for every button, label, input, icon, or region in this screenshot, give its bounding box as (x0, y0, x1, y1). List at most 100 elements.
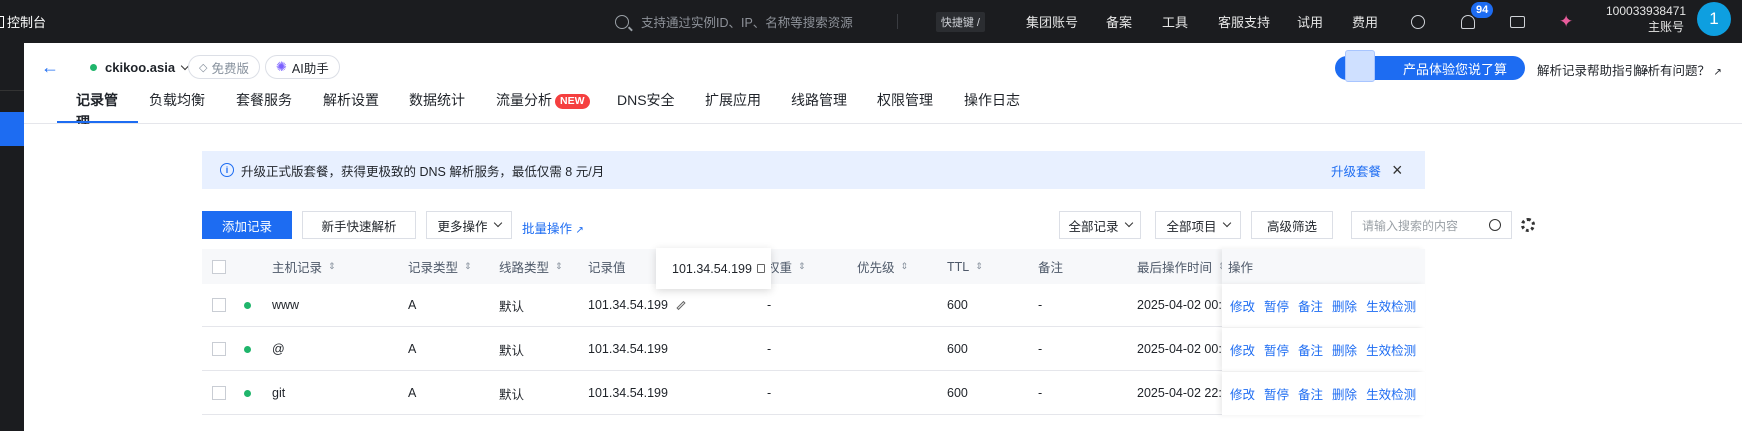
record-search-input[interactable]: 请输入搜索的内容 (1351, 211, 1512, 239)
question-label: 解析有问题？ (1635, 64, 1711, 78)
pin-icon[interactable] (1411, 0, 1425, 43)
col-last-modified[interactable]: 最后操作时间⇕ (1137, 249, 1226, 284)
edit-link[interactable]: 修改 (1230, 340, 1255, 359)
advanced-filter-button[interactable]: 高级筛选 (1251, 211, 1333, 239)
pause-link[interactable]: 暂停 (1264, 340, 1289, 359)
back-arrow-icon[interactable]: ← (41, 57, 59, 78)
tab-dns-security[interactable]: DNS安全 (606, 89, 694, 123)
domain-selector[interactable]: ckikoo.asia (90, 60, 190, 75)
select-all-checkbox[interactable] (212, 259, 226, 274)
ai-assistant-button[interactable]: ✺ AI助手 (265, 55, 340, 79)
nav-tools[interactable]: 工具 (1162, 12, 1202, 31)
row-checkbox[interactable] (212, 298, 226, 312)
filter-records-select[interactable]: 全部记录 (1059, 211, 1141, 239)
console-label: 控制台 (7, 15, 47, 30)
message-icon[interactable] (1510, 0, 1525, 43)
batch-operations-link[interactable]: 批量操作 ↗ (522, 218, 584, 237)
app-star-icon[interactable]: ✦ (1559, 0, 1573, 43)
delete-link[interactable]: 删除 (1332, 384, 1357, 403)
nav-support[interactable]: 客服支持 (1218, 12, 1278, 31)
avatar[interactable]: 1 (1697, 2, 1731, 36)
cell-ttl: 600 (947, 298, 968, 312)
remark-link[interactable]: 备注 (1298, 384, 1323, 403)
ai-assistant-label: AI助手 (291, 61, 329, 76)
filter-items-select[interactable]: 全部项目 (1155, 211, 1241, 239)
upgrade-notice: i 升级正式版套餐，获得更极致的 DNS 解析服务，最低仅需 8 元/月 升级套… (202, 151, 1425, 189)
notice-text: 升级正式版套餐，获得更极致的 DNS 解析服务，最低仅需 8 元/月 (241, 164, 605, 179)
tab-logs[interactable]: 操作日志 (953, 89, 1033, 123)
col-type[interactable]: 记录类型 ⇕ (408, 249, 472, 284)
row-checkbox[interactable] (212, 386, 226, 400)
cell-ttl: 600 (947, 342, 968, 356)
upgrade-link[interactable]: 升级套餐 (1331, 161, 1381, 180)
delete-link[interactable]: 删除 (1332, 340, 1357, 359)
notification-badge: 94 (1471, 2, 1494, 18)
tab-permissions[interactable]: 权限管理 (866, 89, 953, 123)
quick-resolve-button[interactable]: 新手快速解析 (302, 211, 416, 239)
gear-icon[interactable] (1521, 218, 1535, 232)
tab-extensions[interactable]: 扩展应用 (694, 89, 780, 123)
remark-link[interactable]: 备注 (1298, 340, 1323, 359)
help-guide-link[interactable]: 解析记录帮助指引 ↗ (1537, 60, 1649, 79)
divider (897, 14, 898, 29)
more-actions-button[interactable]: 更多操作 (426, 211, 512, 239)
edit-link[interactable]: 修改 (1230, 384, 1255, 403)
status-dot-icon (90, 64, 97, 71)
check-link[interactable]: 生效检测 (1366, 384, 1416, 403)
remark-link[interactable]: 备注 (1298, 296, 1323, 315)
check-link[interactable]: 生效检测 (1366, 340, 1416, 359)
global-search[interactable]: 支持通过实例ID、IP、名称等搜索资源 快捷键 / (595, 0, 985, 43)
cell-host: git (272, 386, 286, 400)
sidebar-item-active[interactable] (0, 112, 24, 146)
console-link[interactable]: 控制台 (0, 0, 46, 43)
chevron-down-icon (1222, 218, 1231, 228)
domain-name: ckikoo.asia (105, 60, 176, 75)
check-link[interactable]: 生效检测 (1366, 296, 1416, 315)
nav-group-account[interactable]: 集团账号 (1026, 12, 1086, 31)
ai-icon: ✺ (276, 59, 287, 74)
tab-traffic[interactable]: 流量分析 NEW (485, 89, 606, 123)
console-icon (0, 15, 4, 28)
account-info[interactable]: 100033938471 主账号 (1606, 3, 1686, 35)
col-weight[interactable]: 权重 ⇕ (767, 249, 806, 284)
tab-settings[interactable]: 解析设置 (312, 89, 398, 123)
table-row: git A 默认 101.34.54.199 - 600 - 2025-04-0… (202, 372, 1425, 415)
tab-records[interactable]: 记录管理 (54, 89, 138, 130)
col-value[interactable]: 记录值 (588, 249, 626, 284)
row-checkbox[interactable] (212, 342, 226, 356)
diamond-icon: ◇ (199, 61, 208, 74)
feedback-promo-button[interactable]: 产品体验您说了算 (1335, 50, 1525, 82)
pause-link[interactable]: 暂停 (1264, 384, 1289, 403)
col-line[interactable]: 线路类型 ⇕ (499, 249, 563, 284)
cell-ttl: 600 (947, 386, 968, 400)
col-priority[interactable]: 优先级 ⇕ (857, 249, 908, 284)
cell-value: 101.34.54.199 (588, 342, 668, 356)
page-header: ← ckikoo.asia ◇ 免费版 ✺ AI助手 产品体验您说了算 解析记录… (24, 43, 1742, 130)
nav-trial[interactable]: 试用 (1297, 12, 1337, 31)
search-icon[interactable] (1489, 219, 1501, 231)
delete-link[interactable]: 删除 (1332, 296, 1357, 315)
tab-package[interactable]: 套餐服务 (225, 89, 312, 123)
close-icon[interactable]: × (1392, 160, 1403, 181)
tab-load-balance[interactable]: 负载均衡 (138, 89, 225, 123)
copy-icon[interactable] (756, 264, 765, 273)
nav-billing[interactable]: 费用 (1352, 12, 1392, 31)
question-link[interactable]: 解析有问题？ ↗ (1635, 60, 1722, 79)
cell-weight: - (767, 342, 772, 356)
tab-stats[interactable]: 数据统计 (398, 89, 485, 123)
status-dot-icon (244, 345, 251, 353)
edit-pencil-icon[interactable] (676, 300, 686, 310)
tab-lines[interactable]: 线路管理 (780, 89, 866, 123)
cell-type: A (408, 386, 417, 400)
nav-icp[interactable]: 备案 (1106, 12, 1146, 31)
col-ttl[interactable]: TTL ⇕ (947, 249, 983, 284)
add-record-button[interactable]: 添加记录 (202, 211, 292, 239)
search-icon (615, 14, 629, 29)
pause-link[interactable]: 暂停 (1264, 296, 1289, 315)
col-host[interactable]: 主机记录 ⇕ (272, 249, 336, 284)
sort-icon: ⇕ (900, 261, 909, 271)
edit-link[interactable]: 修改 (1230, 296, 1255, 315)
cell-remark: - (1038, 298, 1043, 312)
plan-badge[interactable]: ◇ 免费版 (188, 55, 260, 79)
value-tooltip: 101.34.54.199 (656, 248, 771, 289)
